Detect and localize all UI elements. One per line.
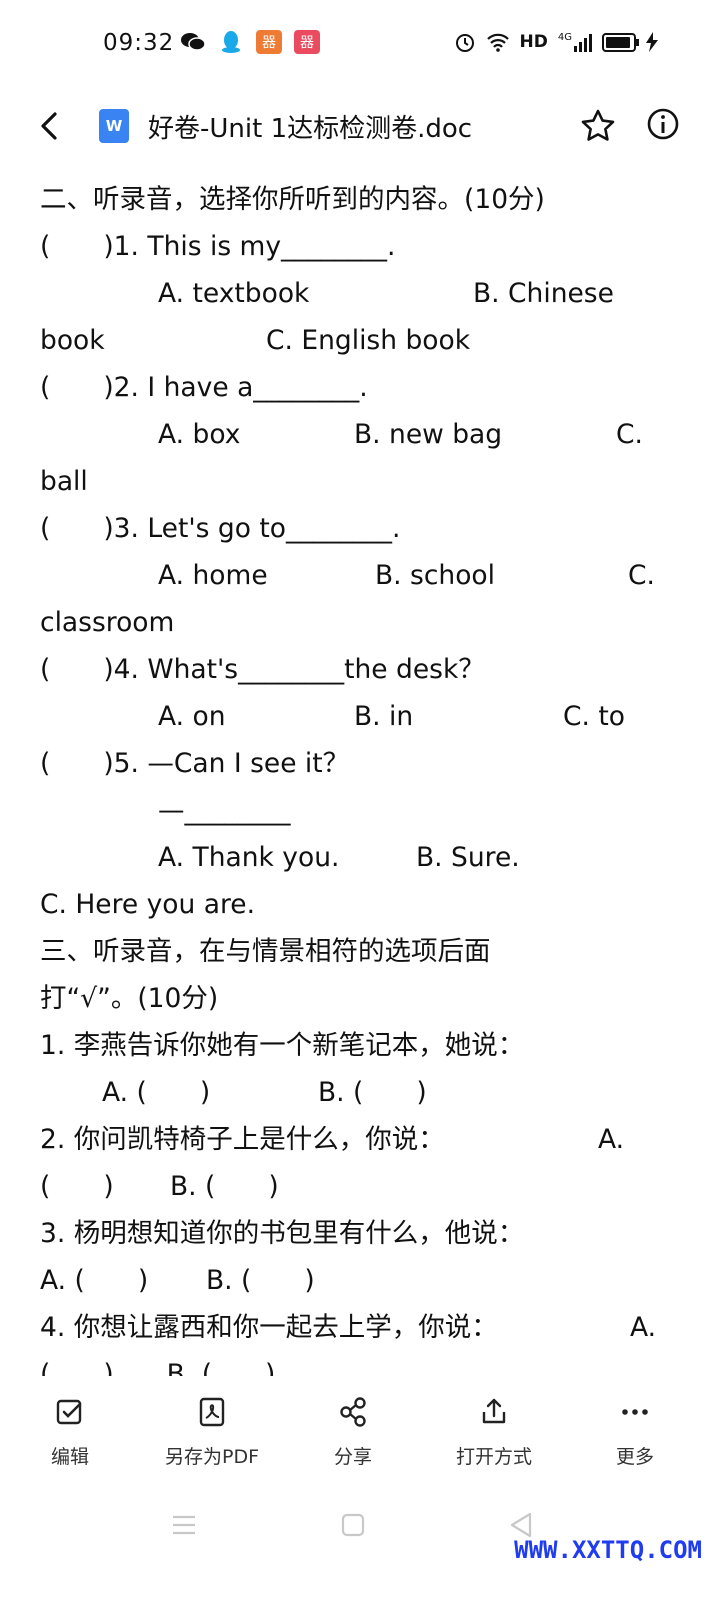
wifi-icon xyxy=(486,33,509,52)
info-icon[interactable] xyxy=(645,106,681,142)
word-doc-icon: W xyxy=(99,109,129,143)
system-indicators: HD 4G xyxy=(454,31,658,53)
signal-type: 4G xyxy=(557,32,572,43)
home-nav-icon[interactable] xyxy=(340,1512,366,1538)
watermark-text: WWW.XXTTQ.COM xyxy=(514,1536,702,1564)
signal-icon: 4G xyxy=(558,32,592,52)
menu-nav-icon[interactable] xyxy=(170,1512,198,1538)
document-title: 好卷-Unit 1达标检测卷.doc xyxy=(148,114,473,144)
app-notification-icon: 器 xyxy=(256,30,282,54)
share-button[interactable]: 分享 xyxy=(293,1388,413,1469)
save-as-pdf-button[interactable]: 另存为PDF xyxy=(152,1388,272,1469)
back-arrow-icon[interactable] xyxy=(30,106,70,146)
save-as-pdf-label: 另存为PDF xyxy=(164,1446,260,1468)
more-button[interactable]: 更多 xyxy=(575,1388,695,1469)
notification-icons: 器 器 xyxy=(180,30,320,54)
wechat-icon xyxy=(180,30,206,54)
network-label: HD xyxy=(519,32,548,52)
alarm-icon xyxy=(455,34,474,52)
edit-label: 编辑 xyxy=(50,1446,89,1468)
open-with-icon xyxy=(482,1398,506,1424)
charging-icon xyxy=(646,32,658,52)
document-viewer[interactable]: 二、听录音，选择你所听到的内容。(10分) ( )1. This is my__… xyxy=(40,176,680,1376)
pdf-icon xyxy=(199,1397,225,1427)
open-with-label: 打开方式 xyxy=(455,1446,532,1468)
more-icon xyxy=(622,1409,648,1415)
edit-icon xyxy=(56,1399,82,1425)
qq-icon xyxy=(218,30,244,54)
share-icon xyxy=(340,1397,366,1427)
battery-icon xyxy=(602,32,639,52)
edit-button[interactable]: 编辑 xyxy=(10,1388,130,1469)
bottom-toolbar: 编辑 另存为PDF 分享 打开方式 更多 xyxy=(0,1388,720,1488)
share-label: 分享 xyxy=(333,1446,372,1468)
star-icon[interactable] xyxy=(578,106,618,146)
status-bar: 09:32 器 器 HD 4G xyxy=(0,0,720,88)
app-bar: W 好卷-Unit 1达标检测卷.doc xyxy=(0,96,720,156)
more-label: 更多 xyxy=(615,1446,654,1468)
open-with-button[interactable]: 打开方式 xyxy=(434,1388,554,1469)
app-notification-icon-2: 器 xyxy=(294,30,320,54)
status-time: 09:32 xyxy=(103,30,175,56)
